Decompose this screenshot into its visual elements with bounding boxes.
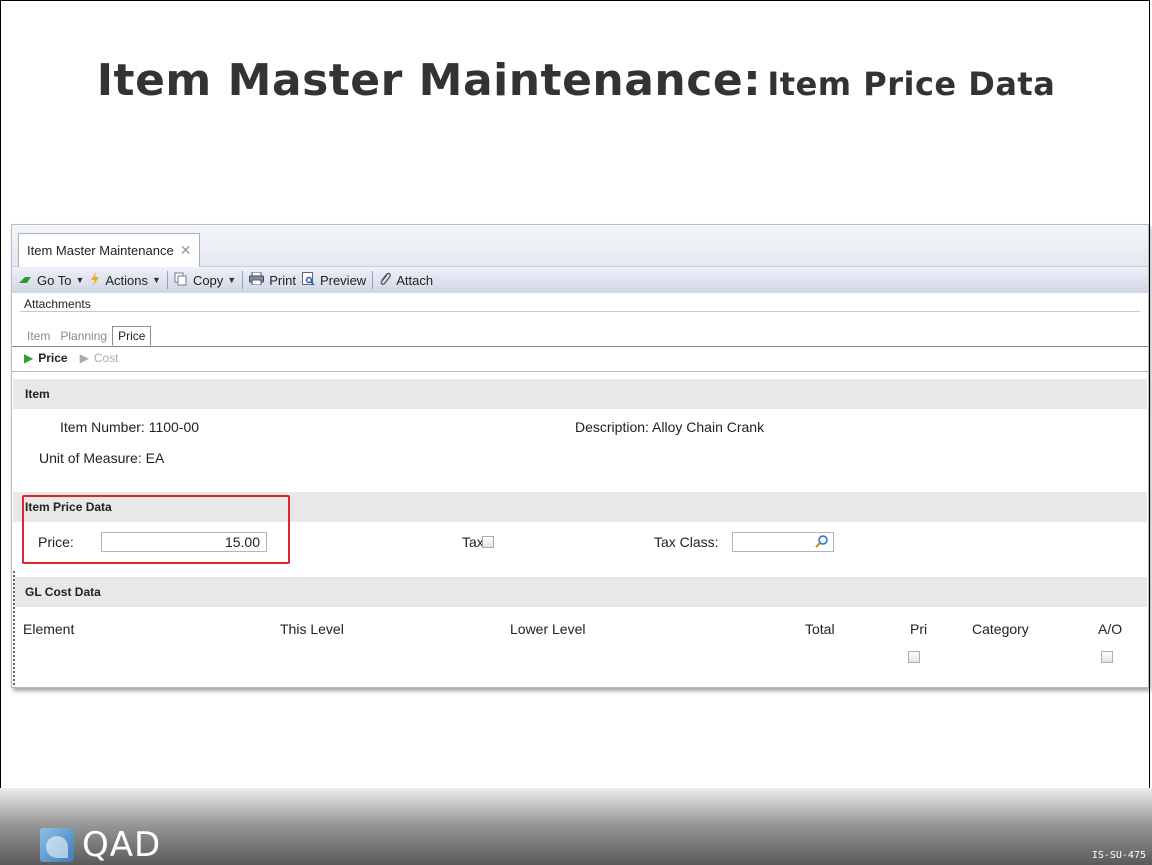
copy-label: Copy: [192, 272, 224, 288]
resize-handle[interactable]: [13, 571, 15, 685]
subtab-divider: [12, 346, 1148, 347]
uom-value: EA: [145, 450, 165, 466]
toolbar: Go To ▼ Actions ▼ Copy ▼ Print Preview A…: [12, 267, 1148, 293]
lightning-icon: [90, 271, 100, 289]
slide-footer: [0, 788, 1152, 865]
column-ao: A/O: [1098, 621, 1123, 637]
uom-field: Unit of Measure: EA: [39, 450, 164, 466]
column-total: Total: [805, 621, 835, 637]
tax-class-input[interactable]: [732, 532, 834, 552]
document-tab-bar: Item Master Maintenance ✕: [12, 225, 1148, 267]
gl-section-header: GL Cost Data: [13, 577, 1147, 607]
attach-button[interactable]: Attach: [379, 272, 433, 289]
attachments-label: Attachments: [24, 297, 91, 311]
subtab-price[interactable]: Price: [112, 326, 152, 346]
nav-price[interactable]: Price: [38, 351, 67, 365]
paperclip-icon: [379, 272, 392, 289]
subtab-planning[interactable]: Planning: [55, 327, 112, 345]
qad-logo: QAD: [40, 825, 161, 865]
column-this-level: This Level: [280, 621, 344, 637]
doc-code: IS-SU-475: [1091, 850, 1146, 861]
copy-icon: [174, 272, 188, 289]
preview-label: Preview: [319, 272, 367, 288]
toolbar-divider: [242, 271, 244, 289]
pri-checkbox[interactable]: [908, 651, 920, 663]
preview-button[interactable]: Preview: [301, 271, 367, 289]
print-button[interactable]: Print: [249, 271, 296, 288]
close-icon[interactable]: ✕: [180, 242, 192, 259]
chevron-down-icon: ▼: [152, 275, 161, 285]
preview-icon: [301, 271, 315, 289]
magnifier-icon[interactable]: [815, 534, 829, 551]
item-number-field: Item Number: 1100-00: [60, 419, 199, 435]
document-tab[interactable]: Item Master Maintenance ✕: [18, 233, 201, 267]
chevron-down-icon: ▼: [75, 275, 85, 285]
attachments-divider: [20, 311, 1140, 312]
goto-button[interactable]: Go To ▼: [18, 273, 84, 288]
play-icon: ▶: [79, 351, 89, 365]
toolbar-divider: [372, 271, 374, 289]
description-field: Description: Alloy Chain Crank: [575, 419, 764, 435]
nav-divider: [12, 371, 1148, 372]
column-category: Category: [972, 621, 1029, 637]
qad-logo-text: QAD: [82, 825, 162, 865]
subtab-strip: Item Planning Price: [22, 325, 152, 346]
subtab-item[interactable]: Item: [22, 327, 55, 345]
price-highlight-box: [22, 495, 290, 564]
description-value: Alloy Chain Crank: [652, 419, 765, 435]
slide-title-main: Item Master Maintenance:: [96, 55, 762, 106]
actions-button[interactable]: Actions ▼: [90, 271, 161, 289]
item-number-label: Item Number:: [60, 419, 145, 435]
item-section-header: Item: [13, 379, 1147, 409]
chevron-down-icon: ▼: [227, 275, 237, 285]
slide-title: Item Master Maintenance: Item Price Data: [0, 55, 1152, 106]
document-tab-label: Item Master Maintenance: [27, 243, 174, 258]
column-pri: Pri: [910, 621, 928, 637]
column-element: Element: [23, 621, 75, 637]
item-master-window: Item Master Maintenance ✕ Go To ▼ Action…: [11, 224, 1149, 688]
ao-checkbox[interactable]: [1101, 651, 1113, 663]
section-nav: ▶ Price ▶ Cost: [24, 351, 119, 365]
tax-checkbox[interactable]: [482, 536, 494, 548]
nav-cost[interactable]: Cost: [94, 351, 119, 365]
tax-class-label: Tax Class:: [654, 534, 719, 550]
print-label: Print: [269, 272, 296, 288]
uom-label: Unit of Measure:: [39, 450, 142, 466]
description-label: Description:: [575, 419, 649, 435]
column-lower-level: Lower Level: [510, 621, 586, 637]
printer-icon: [249, 271, 265, 288]
attach-label: Attach: [396, 272, 434, 288]
slide-title-sub: Item Price Data: [767, 65, 1056, 103]
item-number-value: 1100-00: [148, 419, 200, 435]
play-icon: ▶: [24, 351, 34, 365]
toolbar-divider: [166, 271, 168, 289]
actions-label: Actions: [105, 272, 149, 288]
goto-label: Go To: [37, 272, 72, 288]
copy-button[interactable]: Copy ▼: [174, 272, 236, 289]
qad-logo-icon: [40, 828, 74, 862]
goto-arrow-icon: [18, 273, 32, 288]
